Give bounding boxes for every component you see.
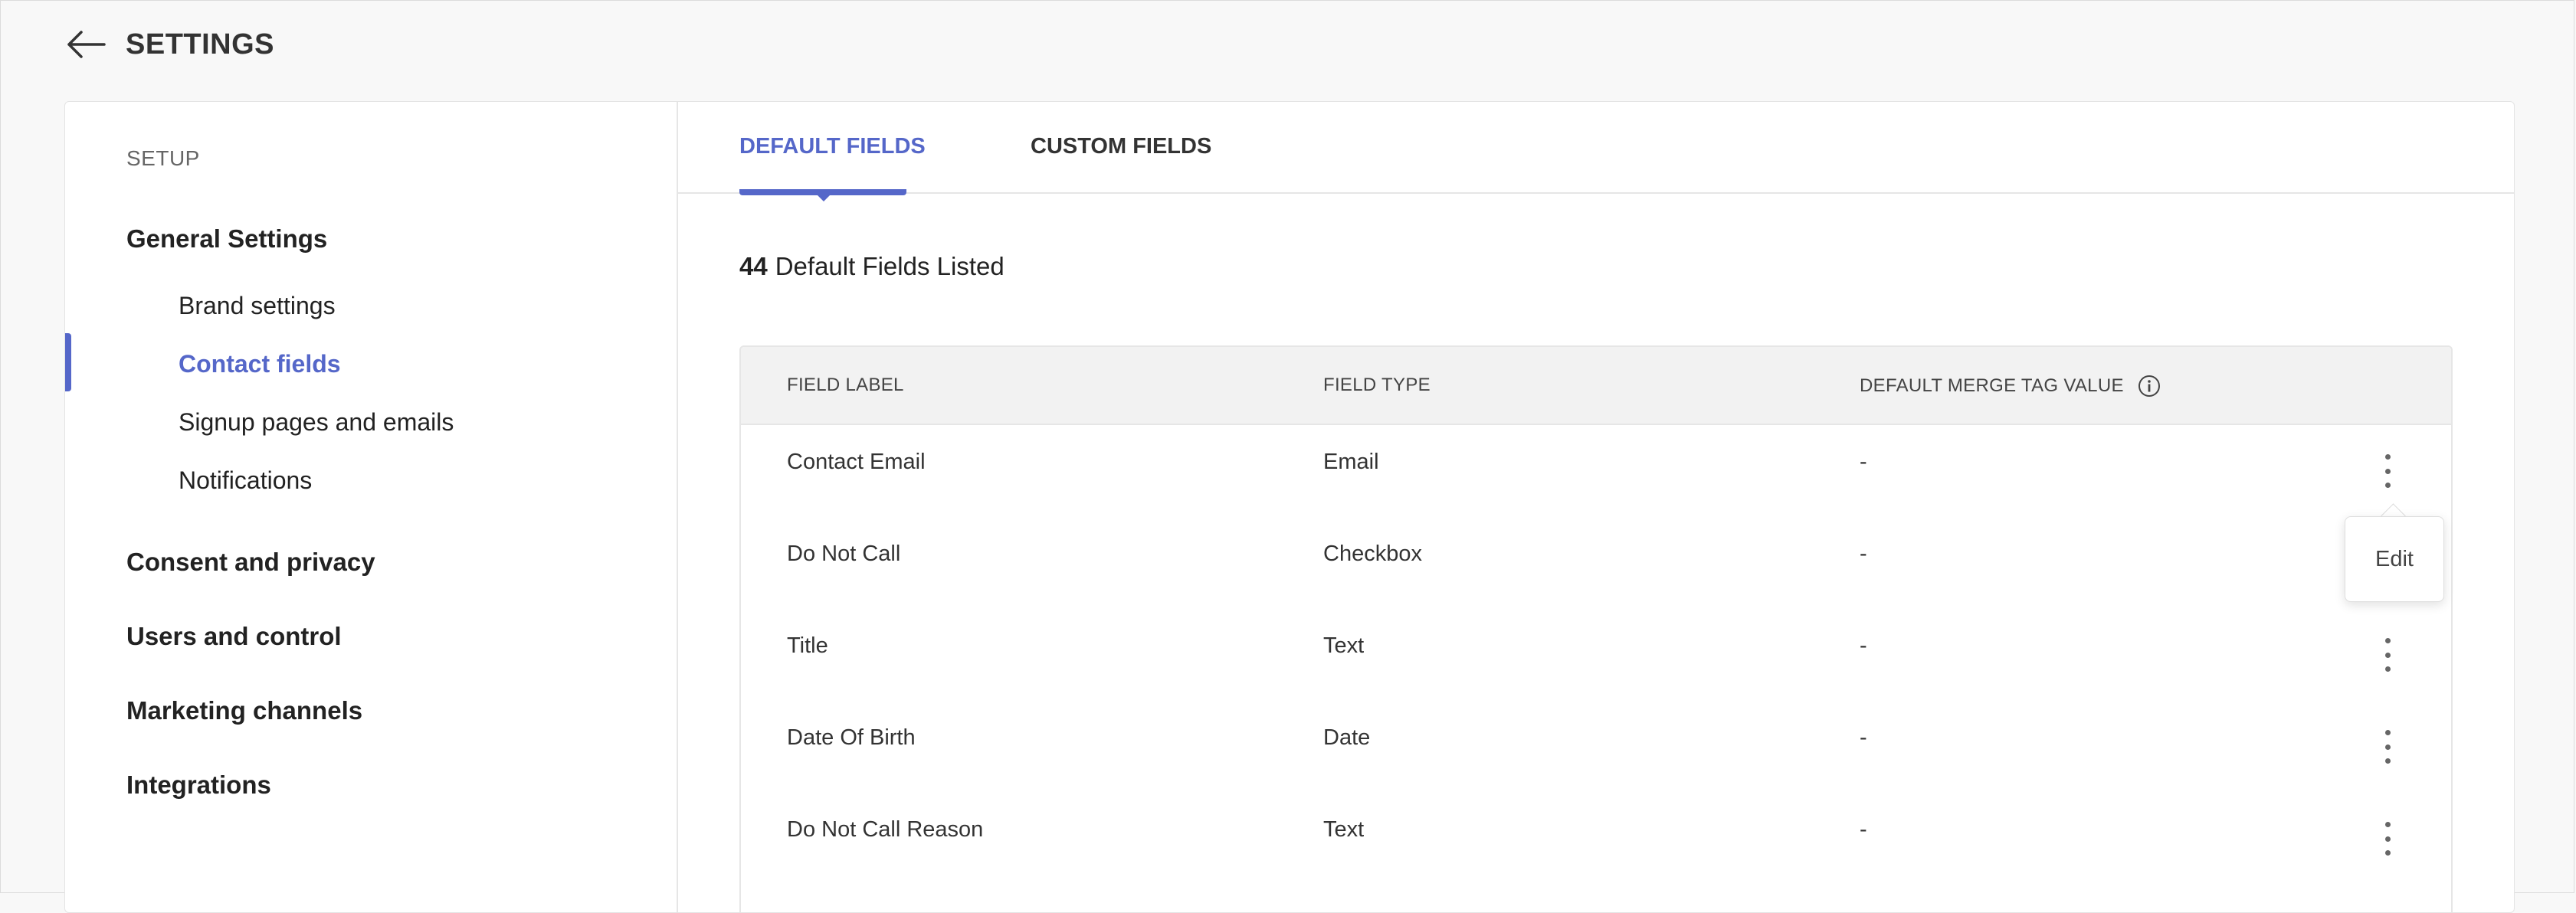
back-arrow-icon[interactable] bbox=[66, 29, 106, 60]
cell-merge-tag: - bbox=[1860, 633, 1867, 658]
sidebar: SETUP General Settings Brand settings Co… bbox=[65, 102, 678, 912]
fields-count: 44 Default Fields Listed bbox=[739, 252, 1005, 281]
table-header: FIELD LABEL FIELD TYPE DEFAULT MERGE TAG… bbox=[741, 347, 2451, 425]
column-header-field-type: FIELD TYPE bbox=[1323, 375, 1431, 395]
cell-field-label: Date Of Birth bbox=[787, 725, 916, 750]
cell-field-type: Text bbox=[1323, 633, 1365, 658]
cell-merge-tag: - bbox=[1860, 450, 1867, 474]
sidebar-item-notifications[interactable]: Notifications bbox=[179, 466, 312, 495]
cell-field-type: Email bbox=[1323, 450, 1379, 474]
tab-active-pointer bbox=[816, 194, 831, 201]
page-title: SETTINGS bbox=[126, 28, 275, 61]
sidebar-item-contact-fields[interactable]: Contact fields bbox=[179, 350, 341, 378]
settings-card: SETUP General Settings Brand settings Co… bbox=[64, 101, 2515, 913]
fields-table: FIELD LABEL FIELD TYPE DEFAULT MERGE TAG… bbox=[739, 345, 2453, 912]
sidebar-item-brand-settings[interactable]: Brand settings bbox=[179, 292, 336, 320]
cell-field-label: Do Not Call bbox=[787, 542, 901, 566]
tab-default-fields[interactable]: DEFAULT FIELDS bbox=[739, 134, 926, 159]
sidebar-item-users-control[interactable]: Users and control bbox=[126, 622, 342, 651]
cell-field-label: Title bbox=[787, 633, 828, 658]
sidebar-heading: SETUP bbox=[126, 146, 200, 170]
fields-count-text: Default Fields Listed bbox=[775, 252, 1005, 280]
table-row: Do Not Call Checkbox - bbox=[741, 515, 2451, 607]
tab-bar: DEFAULT FIELDS CUSTOM FIELDS bbox=[678, 102, 2514, 201]
cell-field-type: Date bbox=[1323, 725, 1371, 750]
cell-merge-tag: - bbox=[1860, 725, 1867, 750]
cell-field-type: Text bbox=[1323, 817, 1365, 842]
column-header-field-label: FIELD LABEL bbox=[787, 375, 904, 395]
main-content: DEFAULT FIELDS CUSTOM FIELDS 44 Default F… bbox=[678, 102, 2514, 912]
column-header-merge-tag: DEFAULT MERGE TAG VALUE bbox=[1860, 375, 2161, 398]
cell-merge-tag: - bbox=[1860, 817, 1867, 842]
fields-count-number: 44 bbox=[739, 252, 768, 280]
sidebar-item-signup-pages[interactable]: Signup pages and emails bbox=[179, 408, 454, 437]
table-row: Title Text - bbox=[741, 607, 2451, 699]
sidebar-item-integrations[interactable]: Integrations bbox=[126, 771, 271, 800]
row-menu-kebab-icon[interactable] bbox=[2376, 730, 2399, 764]
cell-merge-tag: - bbox=[1860, 542, 1867, 566]
cell-field-label: Contact Email bbox=[787, 450, 926, 474]
sidebar-item-marketing-channels[interactable]: Marketing channels bbox=[126, 696, 362, 725]
info-icon[interactable] bbox=[2138, 375, 2161, 398]
sidebar-item-general-settings[interactable]: General Settings bbox=[126, 224, 327, 254]
sidebar-item-consent-privacy[interactable]: Consent and privacy bbox=[126, 548, 375, 577]
table-row: Date Of Birth Date - bbox=[741, 699, 2451, 791]
row-menu-edit-option[interactable]: Edit bbox=[2345, 516, 2444, 602]
table-row: Do Not Call Reason Text - bbox=[741, 791, 2451, 883]
table-row: Contact Email Email - bbox=[741, 424, 2451, 515]
tab-custom-fields[interactable]: CUSTOM FIELDS bbox=[1031, 134, 1211, 159]
cell-field-label: Do Not Call Reason bbox=[787, 817, 984, 842]
row-menu-kebab-icon[interactable] bbox=[2376, 454, 2399, 488]
row-menu-kebab-icon[interactable] bbox=[2376, 638, 2399, 672]
row-menu-kebab-icon[interactable] bbox=[2376, 822, 2399, 856]
cell-field-type: Checkbox bbox=[1323, 542, 1422, 566]
active-indicator bbox=[65, 333, 71, 391]
page-header: SETTINGS bbox=[66, 21, 274, 67]
